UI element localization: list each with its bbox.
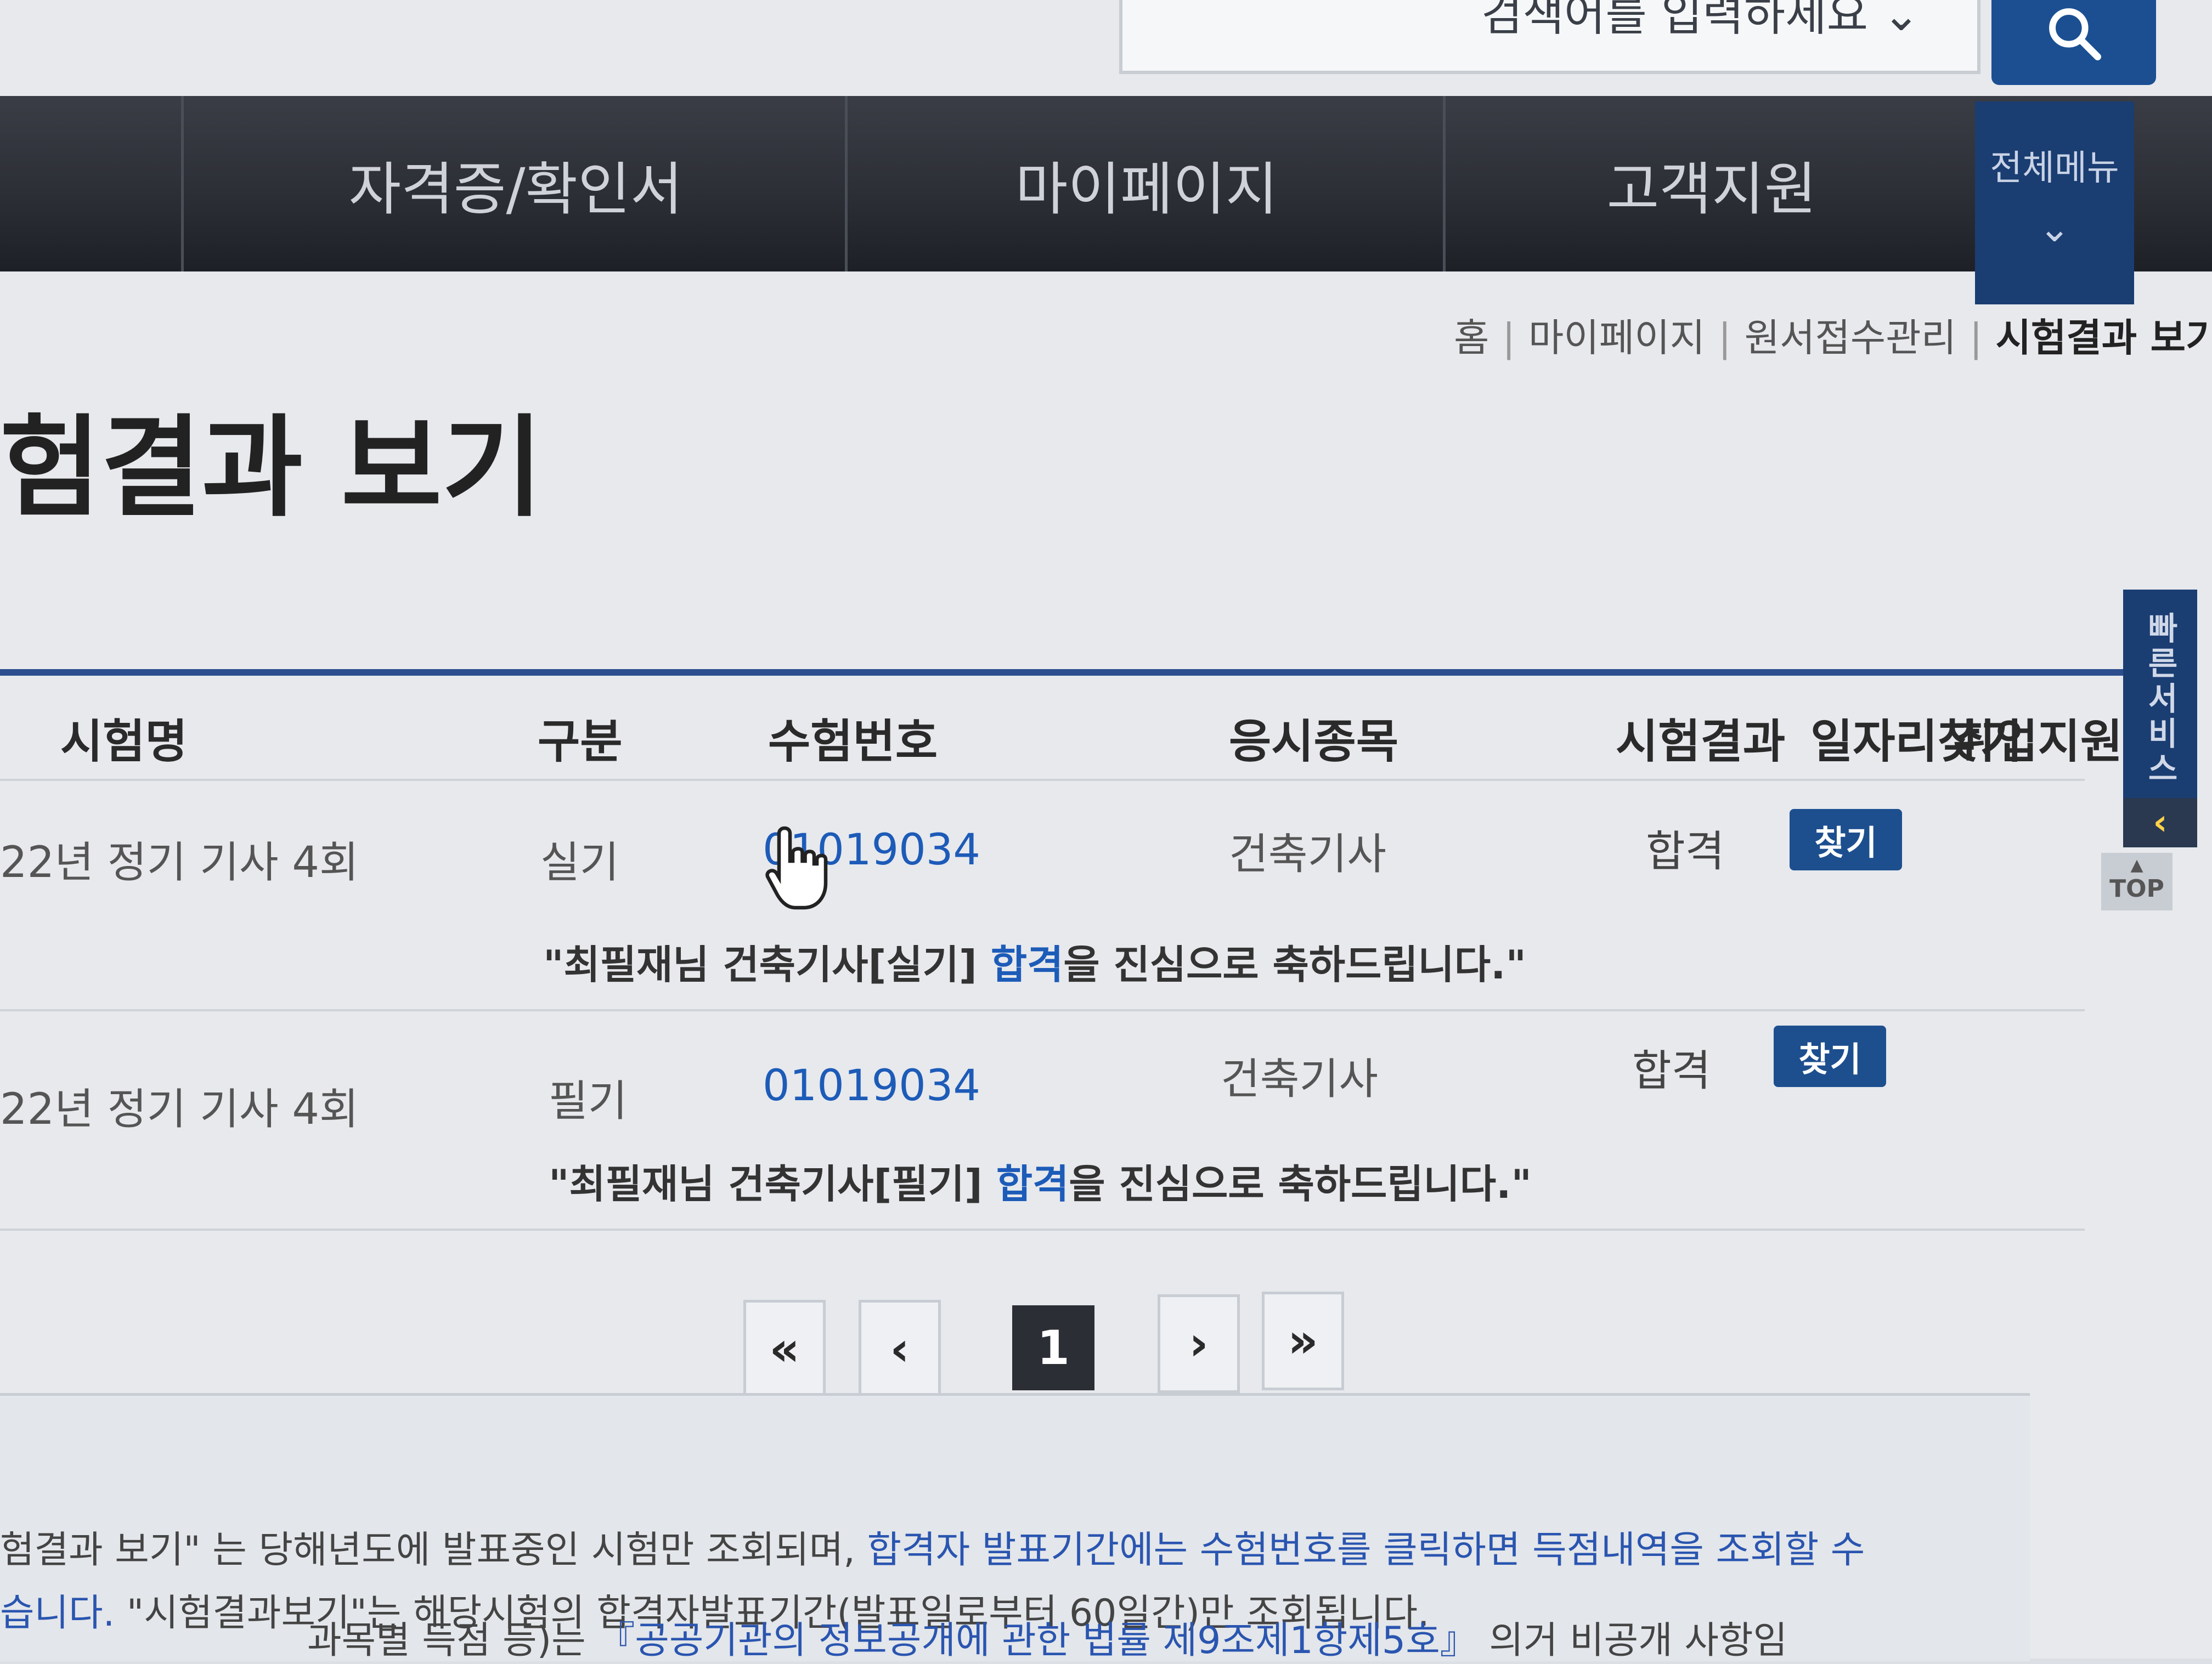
row-divider <box>0 1229 2085 1231</box>
row2-exam: 22년 정기 기사 4회 <box>0 1085 359 1134</box>
nav-item-certificate[interactable]: 자격증/확인서 <box>181 96 848 271</box>
nav-item-mypage[interactable]: 마이페이지 <box>845 96 1446 271</box>
main-nav: 자격증/확인서 마이페이지 고객지원 <box>0 96 2212 271</box>
pagination-next[interactable]: › <box>1158 1294 1240 1393</box>
breadcrumb-current: 시험결과 보기 <box>1995 315 2212 360</box>
search-icon <box>2049 8 2101 60</box>
chevron-down-icon: ⌄ <box>2038 206 2071 251</box>
row2-number-link[interactable]: 01019034 <box>763 1061 980 1111</box>
row1-exam: 22년 정기 기사 4회 <box>0 838 359 887</box>
row2-congrats-message: "최필재님 건축기사[필기] 합격을 진심으로 축하드립니다." <box>549 1161 1532 1207</box>
pagination-first[interactable]: « <box>743 1300 826 1399</box>
quick-service-toggle[interactable]: ‹ <box>2123 798 2197 847</box>
th-number: 수험번호 <box>768 715 938 768</box>
th-type: 구분 <box>538 715 623 768</box>
page-title: 험결과 보기 <box>0 404 543 532</box>
row-divider <box>0 779 2085 781</box>
arrow-up-icon: ▲ <box>2130 856 2143 875</box>
th-support: 취업지원 <box>1953 715 2123 768</box>
row1-subject: 건축기사 <box>1229 830 1387 879</box>
breadcrumb-application[interactable]: 원서접수관리 <box>1745 315 1956 360</box>
table-top-border <box>0 669 2123 676</box>
breadcrumb-home[interactable]: 홈 <box>1454 315 1489 360</box>
note-line-3: 과목별 득점 등)는 『공공기관의 정보공개에 관한 법률 제9조제1항제5호』… <box>307 1619 1788 1662</box>
pagination-page-1[interactable]: 1 <box>1012 1305 1094 1390</box>
screen: 검색어를 입력하세요 ⌄ 자격증/확인서 마이페이지 고객지원 전체메뉴 ⌄ 홈… <box>0 0 2212 1662</box>
row1-find-job-button[interactable]: 찾기 <box>1790 809 1902 870</box>
row2-subject: 건축기사 <box>1221 1055 1379 1104</box>
row2-result: 합격 <box>1632 1046 1711 1096</box>
breadcrumb-mypage[interactable]: 마이페이지 <box>1528 315 1705 360</box>
top-button[interactable]: ▲ TOP <box>2101 853 2172 910</box>
th-result: 시험결과 <box>1616 715 1786 768</box>
row2-type: 필기 <box>549 1077 628 1126</box>
pagination-last[interactable]: » <box>1262 1292 1344 1390</box>
search-button[interactable] <box>1991 0 2156 85</box>
row1-type: 실기 <box>540 838 619 887</box>
breadcrumb: 홈 | 마이페이지 | 원서접수관리 | 시험결과 보기 <box>1454 307 2212 363</box>
hand-cursor-icon <box>765 826 828 910</box>
row-divider <box>0 1009 2085 1011</box>
row1-congrats-message: "최필재님 건축기사[실기] 합격을 진심으로 축하드립니다." <box>543 942 1526 988</box>
search-input-text: 검색어를 입력하세요 ⌄ <box>1481 0 1920 41</box>
th-subject: 응시종목 <box>1229 715 1399 768</box>
pagination-prev[interactable]: ‹ <box>859 1300 941 1399</box>
row2-find-job-button[interactable]: 찾기 <box>1774 1026 1886 1087</box>
quick-service-panel[interactable]: 빠른서비스 <box>2123 590 2197 817</box>
nav-item-support[interactable]: 고객지원 <box>1443 96 1978 271</box>
all-menu-button[interactable]: 전체메뉴 ⌄ <box>1975 101 2134 304</box>
note-line-1: 험결과 보기" 는 당해년도에 발표중인 시험만 조회되며, 합격자 발표기간에… <box>0 1529 1865 1572</box>
th-exam: 시험명 <box>60 715 188 768</box>
row1-result: 합격 <box>1646 827 1725 876</box>
